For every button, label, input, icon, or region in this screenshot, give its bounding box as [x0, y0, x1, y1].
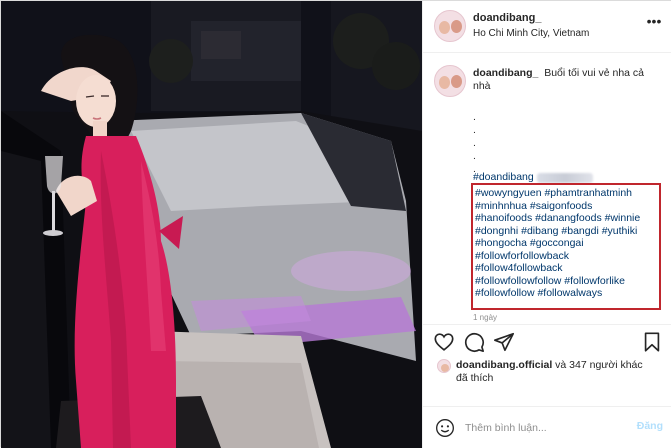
post-photo[interactable] [1, 1, 422, 448]
hashtag-line[interactable]: #hongocha #goccongai [475, 237, 657, 250]
hashtag-main[interactable]: #doandibang [473, 171, 534, 183]
likes-summary: doandibang.official và 347 người khác [456, 359, 643, 371]
comment-bar: Đăng [423, 406, 671, 448]
caption-text: doandibang_ Buổi tối vui vẻ nha cả nhà [473, 67, 659, 93]
blurred-text [537, 173, 593, 183]
hashtag-line[interactable]: #wowyngyuen #phamtranhatminh [475, 187, 657, 200]
hashtag-line[interactable]: #followforfollowback [475, 250, 657, 263]
emoji-icon[interactable] [435, 418, 455, 438]
comment-icon[interactable] [463, 331, 485, 353]
caption-dot: . [473, 111, 476, 123]
liker-username[interactable]: doandibang.official [456, 359, 552, 371]
caption-date: 1 ngày [473, 313, 498, 322]
likes-count-text[interactable]: và 347 người khác [552, 359, 642, 371]
more-icon: ••• [646, 13, 662, 29]
post-header: doandibang_ Ho Chi Minh City, Vietnam ••… [423, 1, 671, 53]
hashtag-line[interactable]: #followfollow #followalways [475, 287, 657, 300]
likes-suffix: đã thích [456, 372, 494, 384]
likes-section: doandibang.official và 347 người khác đã… [423, 357, 671, 387]
highlighted-hashtags-box: #wowyngyuen #phamtranhatminh #minhnhua #… [471, 183, 661, 310]
post-location[interactable]: Ho Chi Minh City, Vietnam [473, 28, 589, 39]
action-bar [423, 324, 671, 358]
caption-dot: . [473, 124, 476, 136]
heart-icon[interactable] [433, 331, 455, 353]
caption-avatar[interactable] [434, 65, 466, 97]
author-avatar[interactable] [434, 10, 466, 42]
caption-dots: . . . . . [473, 111, 476, 176]
caption-dot: . [473, 150, 476, 162]
liker-avatar[interactable] [437, 359, 451, 373]
caption-section: doandibang_ Buổi tối vui vẻ nha cả nhà .… [423, 54, 671, 324]
bookmark-icon[interactable] [641, 331, 663, 353]
post-details-panel: doandibang_ Ho Chi Minh City, Vietnam ••… [422, 1, 671, 448]
share-icon[interactable] [493, 331, 515, 353]
caption-dot: . [473, 137, 476, 149]
hashtag-line[interactable]: #follow4followback [475, 262, 657, 275]
comment-input[interactable] [465, 420, 625, 436]
hashtag-line[interactable]: #minhnhua #saigonfoods [475, 200, 657, 213]
author-username[interactable]: doandibang_ [473, 12, 541, 24]
photo-illustration [1, 1, 422, 448]
post-comment-button[interactable]: Đăng [637, 420, 663, 432]
caption-username[interactable]: doandibang_ [473, 67, 538, 79]
hashtag-line[interactable]: #dongnhi #dibang #bangdi #yuthiki [475, 225, 657, 238]
hashtag-line[interactable]: #followfollowfollow #followforlike [475, 275, 657, 288]
hashtag-line[interactable]: #hanoifoods #danangfoods #winnie [475, 212, 657, 225]
more-options-button[interactable]: ••• [643, 13, 665, 34]
instagram-post: doandibang_ Ho Chi Minh City, Vietnam ••… [0, 0, 671, 448]
